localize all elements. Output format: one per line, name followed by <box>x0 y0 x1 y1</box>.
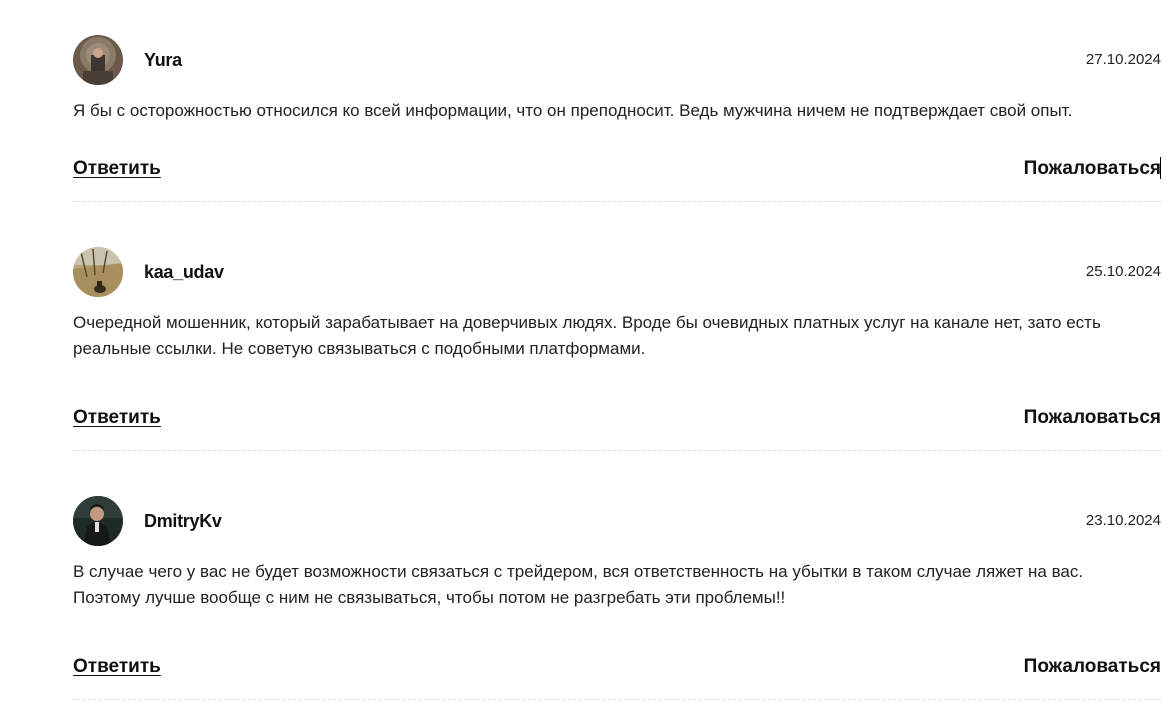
comment-item: DmitryKv 23.10.2024 В случае чего у вас … <box>73 496 1161 700</box>
comment-header: DmitryKv 23.10.2024 <box>73 496 1161 546</box>
comment-header: kaa_udav 25.10.2024 <box>73 247 1161 297</box>
report-link[interactable]: Пожаловаться <box>1024 656 1161 678</box>
report-link[interactable]: Пожаловаться <box>1024 407 1161 429</box>
report-link[interactable]: Пожаловаться <box>1024 158 1161 180</box>
avatar[interactable] <box>73 247 123 297</box>
comment-author: DmitryKv <box>144 510 222 531</box>
reply-link[interactable]: Ответить <box>73 158 161 180</box>
comment-text: Я бы с осторожностью относился ко всей и… <box>73 101 1073 120</box>
comment-date: 23.10.2024 <box>1085 512 1161 529</box>
reply-link[interactable]: Ответить <box>73 656 161 678</box>
reply-link[interactable]: Ответить <box>73 407 161 429</box>
comment-item: Yura 27.10.2024 Я бы с осторожностью отн… <box>73 35 1161 202</box>
comments-list: Yura 27.10.2024 Я бы с осторожностью отн… <box>73 35 1161 700</box>
comment-item: kaa_udav 25.10.2024 Очередной мошенник, … <box>73 247 1161 451</box>
comment-date: 27.10.2024 <box>1085 51 1161 68</box>
comment-date: 25.10.2024 <box>1085 263 1161 280</box>
comment-actions: Ответить Пожаловаться <box>73 407 1161 431</box>
comment-text: Очередной мошенник, который зарабатывает… <box>73 313 1101 358</box>
comment-author: kaa_udav <box>144 261 224 282</box>
comment-author: Yura <box>144 49 182 70</box>
avatar[interactable] <box>73 496 123 546</box>
comment-actions: Ответить Пожаловаться <box>73 656 1161 680</box>
comment-actions: Ответить Пожаловаться <box>73 157 1161 182</box>
comment-text: В случае чего у вас не будет возможности… <box>73 562 1084 607</box>
avatar[interactable] <box>73 35 123 85</box>
comment-header: Yura 27.10.2024 <box>73 35 1161 85</box>
text-cursor <box>1160 157 1161 179</box>
